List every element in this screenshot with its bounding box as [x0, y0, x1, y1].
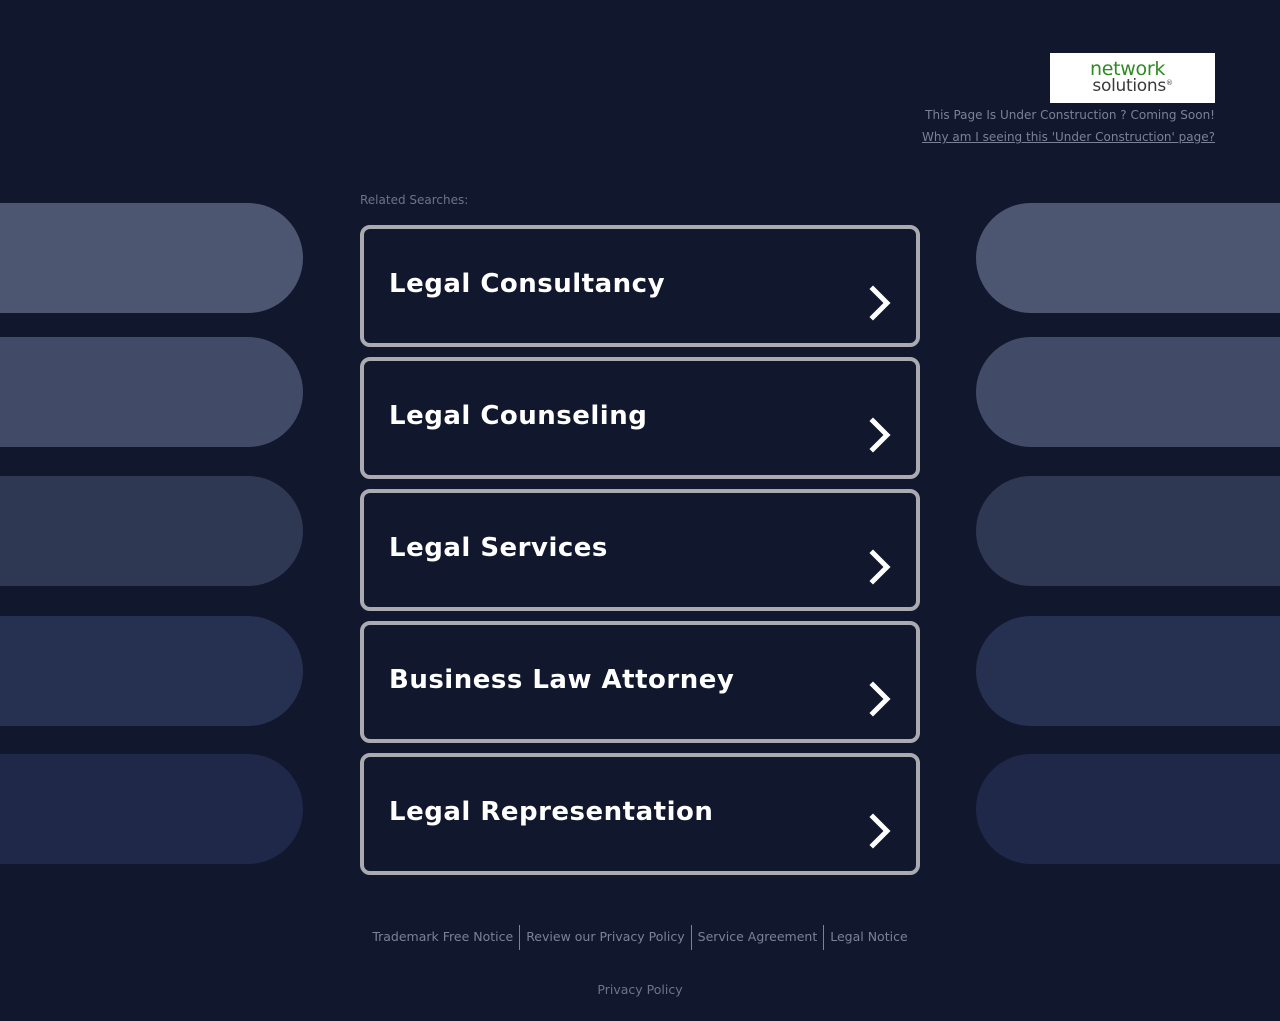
related-searches-label: Related Searches:	[360, 193, 469, 207]
chevron-right-icon	[869, 549, 891, 585]
footer-links: Trademark Free Notice Review our Privacy…	[0, 925, 1280, 950]
related-search-item[interactable]: Legal Consultancy	[360, 225, 920, 347]
decorative-pill-left-1	[0, 203, 303, 313]
decorative-pill-left-2	[0, 337, 303, 447]
footer-link-trademark[interactable]: Trademark Free Notice	[368, 925, 517, 950]
related-search-label: Legal Consultancy	[389, 269, 666, 299]
footer-divider	[690, 925, 692, 950]
chevron-right-icon	[869, 681, 891, 717]
related-search-label: Business Law Attorney	[389, 665, 735, 695]
why-under-construction-link[interactable]: Why am I seeing this 'Under Construction…	[922, 130, 1215, 144]
related-search-item[interactable]: Business Law Attorney	[360, 621, 920, 743]
footer-link-service-agreement[interactable]: Service Agreement	[694, 925, 822, 950]
decorative-pill-right-3	[976, 476, 1280, 586]
footer-divider	[519, 925, 521, 950]
footer-divider	[823, 925, 825, 950]
related-search-item[interactable]: Legal Services	[360, 489, 920, 611]
footer-link-legal-notice[interactable]: Legal Notice	[826, 925, 911, 950]
chevron-right-icon	[869, 813, 891, 849]
decorative-pill-left-5	[0, 754, 303, 864]
network-solutions-logo[interactable]: network solutions®	[1050, 53, 1215, 103]
decorative-pill-left-4	[0, 616, 303, 726]
logo-text-solutions: solutions®	[1092, 76, 1173, 96]
decorative-pill-right-5	[976, 754, 1280, 864]
decorative-pill-right-1	[976, 203, 1280, 313]
chevron-right-icon	[869, 417, 891, 453]
related-search-label: Legal Counseling	[389, 401, 648, 431]
under-construction-text: This Page Is Under Construction ? Coming…	[925, 108, 1215, 122]
decorative-pill-right-4	[976, 616, 1280, 726]
decorative-pill-left-3	[0, 476, 303, 586]
related-search-item[interactable]: Legal Representation	[360, 753, 920, 875]
related-search-label: Legal Representation	[389, 797, 714, 827]
related-search-item[interactable]: Legal Counseling	[360, 357, 920, 479]
chevron-right-icon	[869, 285, 891, 321]
related-searches-list: Legal Consultancy Legal Counseling Legal…	[360, 225, 920, 885]
footer-link-privacy-policy[interactable]: Privacy Policy	[0, 982, 1280, 997]
decorative-pill-right-2	[976, 337, 1280, 447]
footer-link-privacy-review[interactable]: Review our Privacy Policy	[522, 925, 688, 950]
related-search-label: Legal Services	[389, 533, 608, 563]
